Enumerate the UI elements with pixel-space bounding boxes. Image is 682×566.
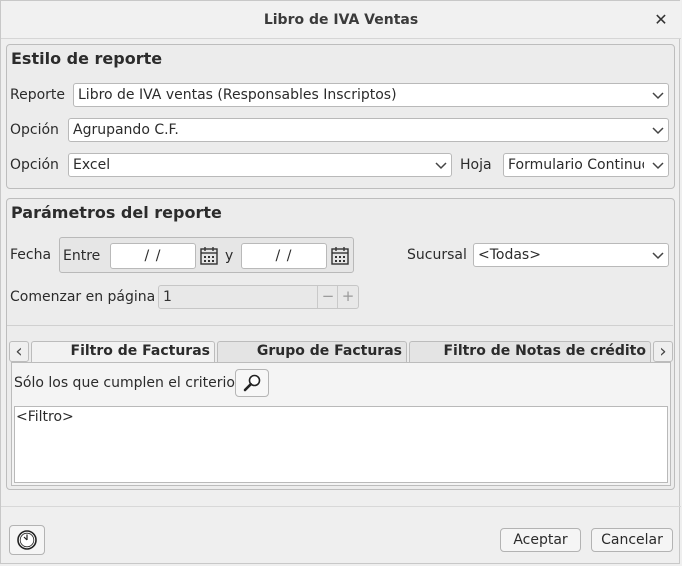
- chevron-down-icon: [652, 162, 664, 170]
- sucursal-label: Sucursal: [407, 247, 467, 263]
- increment-button[interactable]: +: [337, 286, 358, 308]
- calendar-icon[interactable]: [199, 246, 219, 266]
- parametros-reporte-title: Parámetros del reporte: [11, 203, 222, 222]
- fecha-hasta-input[interactable]: / /: [241, 243, 327, 269]
- chevron-down-icon: [652, 127, 664, 135]
- sucursal-select[interactable]: <Todas>: [473, 243, 669, 267]
- pagina-spinner[interactable]: 1 − +: [158, 285, 359, 309]
- fecha-label: Fecha: [10, 247, 52, 263]
- cancelar-button[interactable]: Cancelar: [591, 528, 673, 552]
- footer-divider: [1, 506, 681, 507]
- calendar-icon[interactable]: [330, 246, 350, 266]
- pagina-value: 1: [163, 289, 172, 305]
- reporte-label: Reporte: [10, 87, 66, 103]
- tab-panel: Sólo los que cumplen el criterio <Filtro…: [11, 362, 671, 486]
- chevron-down-icon: [652, 92, 664, 100]
- criterio-label: Sólo los que cumplen el criterio: [14, 375, 235, 391]
- tab-prev-button[interactable]: ‹: [9, 341, 29, 362]
- search-button[interactable]: [235, 369, 269, 397]
- tab-next-button[interactable]: ›: [653, 341, 673, 362]
- opcion1-label: Opción: [10, 122, 59, 138]
- divider: [7, 325, 673, 326]
- reporte-value: Libro de IVA ventas (Responsables Inscri…: [78, 87, 397, 103]
- schedule-button[interactable]: [9, 525, 45, 555]
- pagina-label: Comenzar en página: [10, 289, 156, 305]
- tab-grupo-facturas[interactable]: Grupo de Facturas: [217, 341, 407, 362]
- hoja-select[interactable]: Formulario Continuo: [503, 153, 669, 177]
- chevron-down-icon: [435, 162, 447, 170]
- close-icon[interactable]: ✕: [651, 10, 671, 30]
- opcion2-value: Excel: [73, 157, 111, 173]
- filtro-textarea[interactable]: <Filtro>: [14, 406, 668, 483]
- tab-bar: ‹ Filtro de Facturas Grupo de Facturas F…: [9, 341, 673, 363]
- aceptar-button[interactable]: Aceptar: [500, 528, 581, 552]
- reporte-select[interactable]: Libro de IVA ventas (Responsables Inscri…: [73, 83, 669, 107]
- opcion1-value: Agrupando C.F.: [73, 122, 179, 138]
- search-icon: [243, 374, 261, 392]
- fecha-range-group: Entre / / y / /: [59, 237, 354, 273]
- y-label: y: [225, 248, 234, 264]
- window-title: Libro de IVA Ventas: [263, 12, 419, 28]
- tab-filtro-facturas[interactable]: Filtro de Facturas: [31, 341, 215, 363]
- opcion2-select[interactable]: Excel: [68, 153, 452, 177]
- estilo-reporte-title: Estilo de reporte: [11, 49, 163, 68]
- dialog-window: Libro de IVA Ventas ✕ Estilo de reporte …: [0, 0, 681, 564]
- fecha-hasta-value: / /: [275, 248, 293, 264]
- hoja-label: Hoja: [460, 157, 492, 173]
- title-bar: Libro de IVA Ventas ✕: [1, 1, 681, 39]
- opcion2-label: Opción: [10, 157, 59, 173]
- chevron-down-icon: [652, 252, 664, 260]
- entre-label: Entre: [63, 248, 101, 264]
- sucursal-value: <Todas>: [478, 247, 541, 263]
- clock-icon: [17, 530, 37, 550]
- hoja-value: Formulario Continuo: [508, 157, 644, 173]
- fecha-desde-value: / /: [144, 248, 162, 264]
- decrement-button[interactable]: −: [317, 286, 338, 308]
- tab-filtro-notas-credito[interactable]: Filtro de Notas de crédito: [409, 341, 651, 362]
- filtro-text: <Filtro>: [16, 409, 74, 425]
- opcion1-select[interactable]: Agrupando C.F.: [68, 118, 669, 142]
- fecha-desde-input[interactable]: / /: [110, 243, 196, 269]
